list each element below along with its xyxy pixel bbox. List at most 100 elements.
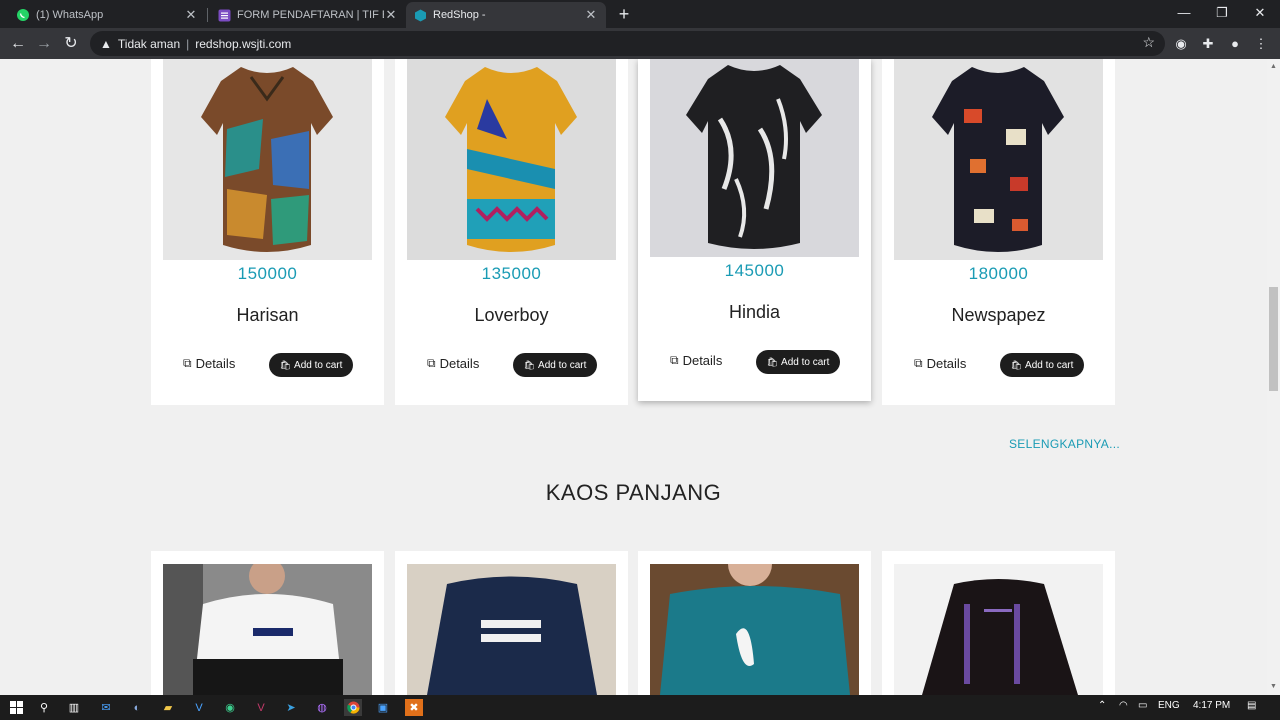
- extension-icon[interactable]: ◉: [1172, 35, 1190, 53]
- product-card: [395, 551, 628, 695]
- shopping-bag-icon: 🛍: [523, 359, 536, 370]
- tab-form-pendaftaran[interactable]: FORM PENDAFTARAN | TIF EXHIB ✕: [210, 2, 406, 28]
- product-card: [638, 551, 871, 695]
- product-image[interactable]: [650, 59, 859, 257]
- menu-kebab-icon[interactable]: ⋮: [1252, 35, 1270, 53]
- close-icon[interactable]: ✕: [384, 7, 398, 23]
- product-card: 180000 Newspapez ⧉ Details 🛍 Add to cart: [882, 59, 1115, 405]
- app-green-icon[interactable]: ◉: [221, 699, 239, 716]
- product-image[interactable]: [407, 564, 616, 695]
- shopping-bag-icon: 🛍: [766, 356, 779, 367]
- shopping-bag-icon: 🛍: [279, 359, 292, 370]
- product-card: 135000 Loverboy ⧉ Details 🛍 Add to cart: [395, 59, 628, 405]
- external-link-icon: ⧉: [670, 353, 679, 367]
- whatsapp-icon: [17, 9, 29, 21]
- close-icon[interactable]: ✕: [184, 7, 198, 23]
- tab-redshop[interactable]: RedShop - ✕: [406, 2, 606, 28]
- wifi-icon[interactable]: ◠: [1119, 700, 1128, 711]
- see-more-link[interactable]: SELENGKAPNYA...: [1009, 437, 1120, 451]
- app-v-icon[interactable]: V: [252, 699, 270, 716]
- photos-icon[interactable]: ▣: [374, 699, 392, 716]
- details-label: Details: [682, 353, 723, 368]
- tray-chevron-icon[interactable]: ⌃: [1098, 700, 1106, 711]
- product-image[interactable]: [894, 59, 1103, 260]
- browser-toolbar: ← → ↻ ▲ Tidak aman | redshop.wsjti.com ☆…: [0, 28, 1280, 59]
- security-label: Tidak aman: [117, 36, 181, 51]
- xampp-icon[interactable]: ✖: [405, 699, 423, 716]
- product-card: 145000 Hindia ⧉ Details 🛍 Add to cart: [638, 59, 871, 401]
- close-icon[interactable]: ✕: [584, 7, 598, 23]
- forward-button[interactable]: →: [33, 33, 55, 55]
- page-scrollbar[interactable]: ▲ ▼: [1267, 59, 1280, 695]
- tab-divider: [207, 8, 208, 22]
- edge-icon[interactable]: ◐: [128, 699, 146, 716]
- bookmark-star-icon[interactable]: ☆: [1142, 34, 1155, 51]
- tab-title: RedShop -: [433, 9, 486, 21]
- address-bar[interactable]: ▲ Tidak aman | redshop.wsjti.com ☆: [90, 31, 1165, 56]
- app-purple-icon[interactable]: ◍: [313, 699, 331, 716]
- details-link[interactable]: ⧉ Details: [914, 356, 966, 371]
- details-label: Details: [926, 356, 967, 371]
- battery-icon[interactable]: ▭: [1138, 700, 1147, 711]
- clock[interactable]: 4:17 PM: [1193, 700, 1230, 711]
- product-image[interactable]: [163, 59, 372, 260]
- product-name: Harisan: [236, 305, 299, 325]
- product-card: 150000 Harisan ⧉ Details 🛍 Add to cart: [151, 59, 384, 405]
- back-button[interactable]: ←: [7, 33, 29, 55]
- task-view-icon[interactable]: ▥: [65, 699, 83, 716]
- product-price: 180000: [968, 264, 1029, 283]
- url-text: redshop.wsjti.com: [195, 36, 292, 51]
- add-to-cart-label: Add to cart: [294, 359, 343, 371]
- vscode-icon[interactable]: V: [190, 699, 208, 716]
- scroll-down-arrow-icon[interactable]: ▼: [1267, 681, 1280, 693]
- add-to-cart-button[interactable]: 🛍 Add to cart: [269, 353, 353, 377]
- product-image[interactable]: [163, 564, 372, 695]
- add-to-cart-button[interactable]: 🛍 Add to cart: [1000, 353, 1084, 377]
- chrome-icon[interactable]: [344, 699, 362, 716]
- tab-title: FORM PENDAFTARAN | TIF EXHIB: [237, 9, 384, 21]
- profile-avatar-icon[interactable]: ●: [1226, 35, 1244, 53]
- external-link-icon: ⧉: [914, 356, 923, 370]
- notifications-icon[interactable]: ▤: [1247, 700, 1256, 711]
- details-link[interactable]: ⧉ Details: [670, 353, 722, 368]
- mail-icon[interactable]: ✉: [97, 699, 115, 716]
- product-image[interactable]: [407, 59, 616, 260]
- tab-strip: (1) WhatsApp ✕ FORM PENDAFTARAN | TIF EX…: [0, 0, 1280, 28]
- product-image[interactable]: [650, 564, 859, 695]
- scroll-up-arrow-icon[interactable]: ▲: [1267, 61, 1280, 73]
- scroll-thumb[interactable]: [1269, 287, 1278, 391]
- search-icon[interactable]: ⚲: [35, 699, 53, 716]
- details-link[interactable]: ⧉ Details: [183, 356, 235, 371]
- new-tab-button[interactable]: +: [614, 4, 634, 24]
- windows-taskbar: ⚲ ▥ ✉ ◐ ▰ V ◉ V ➤ ◍ ▣ ✖ ⌃ ◠ ▭ ENG 4:17 P…: [0, 695, 1280, 720]
- minimize-button[interactable]: —: [1166, 2, 1202, 24]
- language-indicator[interactable]: ENG: [1158, 700, 1180, 711]
- add-to-cart-button[interactable]: 🛍 Add to cart: [513, 353, 597, 377]
- browser-chrome: (1) WhatsApp ✕ FORM PENDAFTARAN | TIF EX…: [0, 0, 1280, 59]
- tab-whatsapp[interactable]: (1) WhatsApp ✕: [8, 2, 206, 28]
- product-price: 135000: [481, 264, 542, 283]
- redshop-icon: [415, 9, 426, 21]
- product-image[interactable]: [894, 564, 1103, 695]
- external-link-icon: ⧉: [183, 356, 192, 370]
- maximize-button[interactable]: ❐: [1204, 2, 1240, 24]
- add-to-cart-button[interactable]: 🛍 Add to cart: [756, 350, 840, 374]
- details-link[interactable]: ⧉ Details: [427, 356, 479, 371]
- section-title: KAOS PANJANG: [545, 480, 722, 505]
- forms-icon: [218, 9, 231, 21]
- product-price: 145000: [724, 261, 785, 280]
- telegram-icon[interactable]: ➤: [282, 699, 300, 716]
- windows-start-icon[interactable]: [7, 699, 25, 716]
- external-link-icon: ⧉: [427, 356, 436, 370]
- product-name: Newspapez: [951, 305, 1046, 325]
- file-explorer-icon[interactable]: ▰: [159, 699, 177, 716]
- puzzle-icon[interactable]: ✚: [1199, 35, 1217, 53]
- reload-button[interactable]: ↻: [60, 33, 82, 55]
- details-label: Details: [195, 356, 236, 371]
- url-divider: |: [186, 36, 190, 51]
- shopping-bag-icon: 🛍: [1010, 359, 1023, 370]
- close-window-button[interactable]: ✕: [1242, 2, 1278, 24]
- add-to-cart-label: Add to cart: [1025, 359, 1074, 371]
- add-to-cart-label: Add to cart: [781, 356, 830, 368]
- product-card: [151, 551, 384, 695]
